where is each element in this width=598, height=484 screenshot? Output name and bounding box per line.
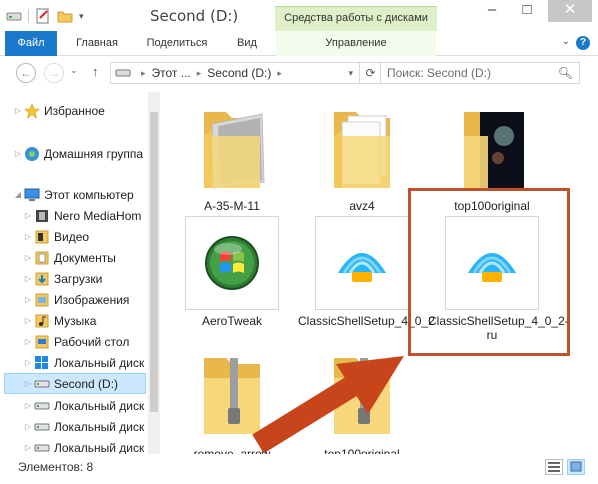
details-view-button[interactable] <box>545 459 563 475</box>
item-count: Элементов: 8 <box>18 460 94 474</box>
large-icons-view-button[interactable] <box>567 459 585 475</box>
status-bar: Элементов: 8 <box>0 454 598 484</box>
annotation-arrow-icon <box>252 356 404 454</box>
